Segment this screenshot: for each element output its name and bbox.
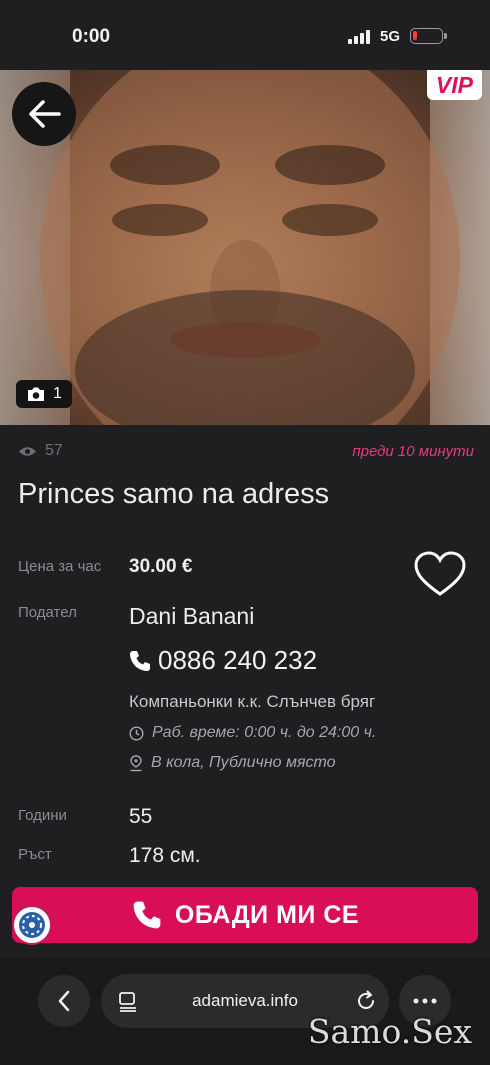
phone-link[interactable]: 0886 240 232	[128, 645, 317, 676]
listing-photo[interactable]: VIP 1	[0, 70, 490, 425]
age-label: Години	[18, 807, 67, 824]
seller-label: Подател	[18, 604, 77, 621]
chevron-left-icon	[58, 990, 70, 1012]
watermark: Samo.Sex	[307, 1012, 472, 1051]
favorite-button[interactable]	[413, 550, 467, 598]
camera-icon	[28, 387, 45, 401]
price-value: 30.00 €	[129, 556, 193, 577]
location-pin-icon	[130, 754, 142, 771]
views-count: 57	[45, 442, 63, 459]
listing-title: Princes samo na adress	[18, 478, 330, 510]
back-button[interactable]	[12, 82, 76, 146]
browser-back-button[interactable]	[38, 975, 90, 1027]
accessibility-button[interactable]	[12, 905, 52, 945]
working-hours: Раб. време: 0:00 ч. до 24:00 ч.	[129, 724, 376, 742]
posted-time: преди 10 минути	[352, 443, 474, 460]
clock-icon	[129, 725, 144, 741]
phone-number: 0886 240 232	[158, 645, 318, 675]
photo-count-badge[interactable]: 1	[16, 380, 72, 408]
price-label: Цена за час	[18, 558, 102, 575]
back-arrow-icon	[29, 100, 61, 128]
heart-icon	[414, 551, 466, 596]
network-type: 5G	[380, 28, 401, 45]
battery-icon	[410, 28, 447, 44]
eye-icon	[19, 446, 36, 456]
views-counter: 57	[18, 442, 63, 460]
listing-meta: 57 преди 10 минути	[18, 440, 474, 464]
listing-category[interactable]: Компаньонки к.к. Слънчев бряг	[129, 692, 375, 712]
working-hours-text: Раб. време: 0:00 ч. до 24:00 ч.	[152, 724, 377, 741]
status-bar: 0:00 5G	[0, 0, 490, 70]
url-text: adamieva.info	[192, 991, 298, 1010]
height-value: 178 см.	[129, 844, 201, 867]
meeting-location: В кола, Публично място	[129, 754, 336, 772]
seller-name[interactable]: Dani Banani	[129, 603, 254, 630]
status-time: 0:00	[72, 26, 111, 47]
age-value: 55	[129, 805, 153, 828]
photo-count: 1	[53, 385, 62, 402]
accessibility-icon	[19, 912, 45, 938]
reload-icon[interactable]	[355, 990, 377, 1012]
meeting-location-text: В кола, Публично място	[151, 754, 336, 771]
signal-icon	[348, 28, 372, 44]
call-me-label: ОБАДИ МИ СЕ	[174, 900, 360, 929]
height-label: Ръст	[18, 846, 52, 863]
more-icon	[413, 998, 437, 1004]
phone-icon	[130, 650, 150, 671]
vip-badge: VIP	[426, 70, 482, 100]
phone-icon	[133, 901, 161, 929]
call-me-button[interactable]: ОБАДИ МИ СЕ	[12, 887, 478, 943]
